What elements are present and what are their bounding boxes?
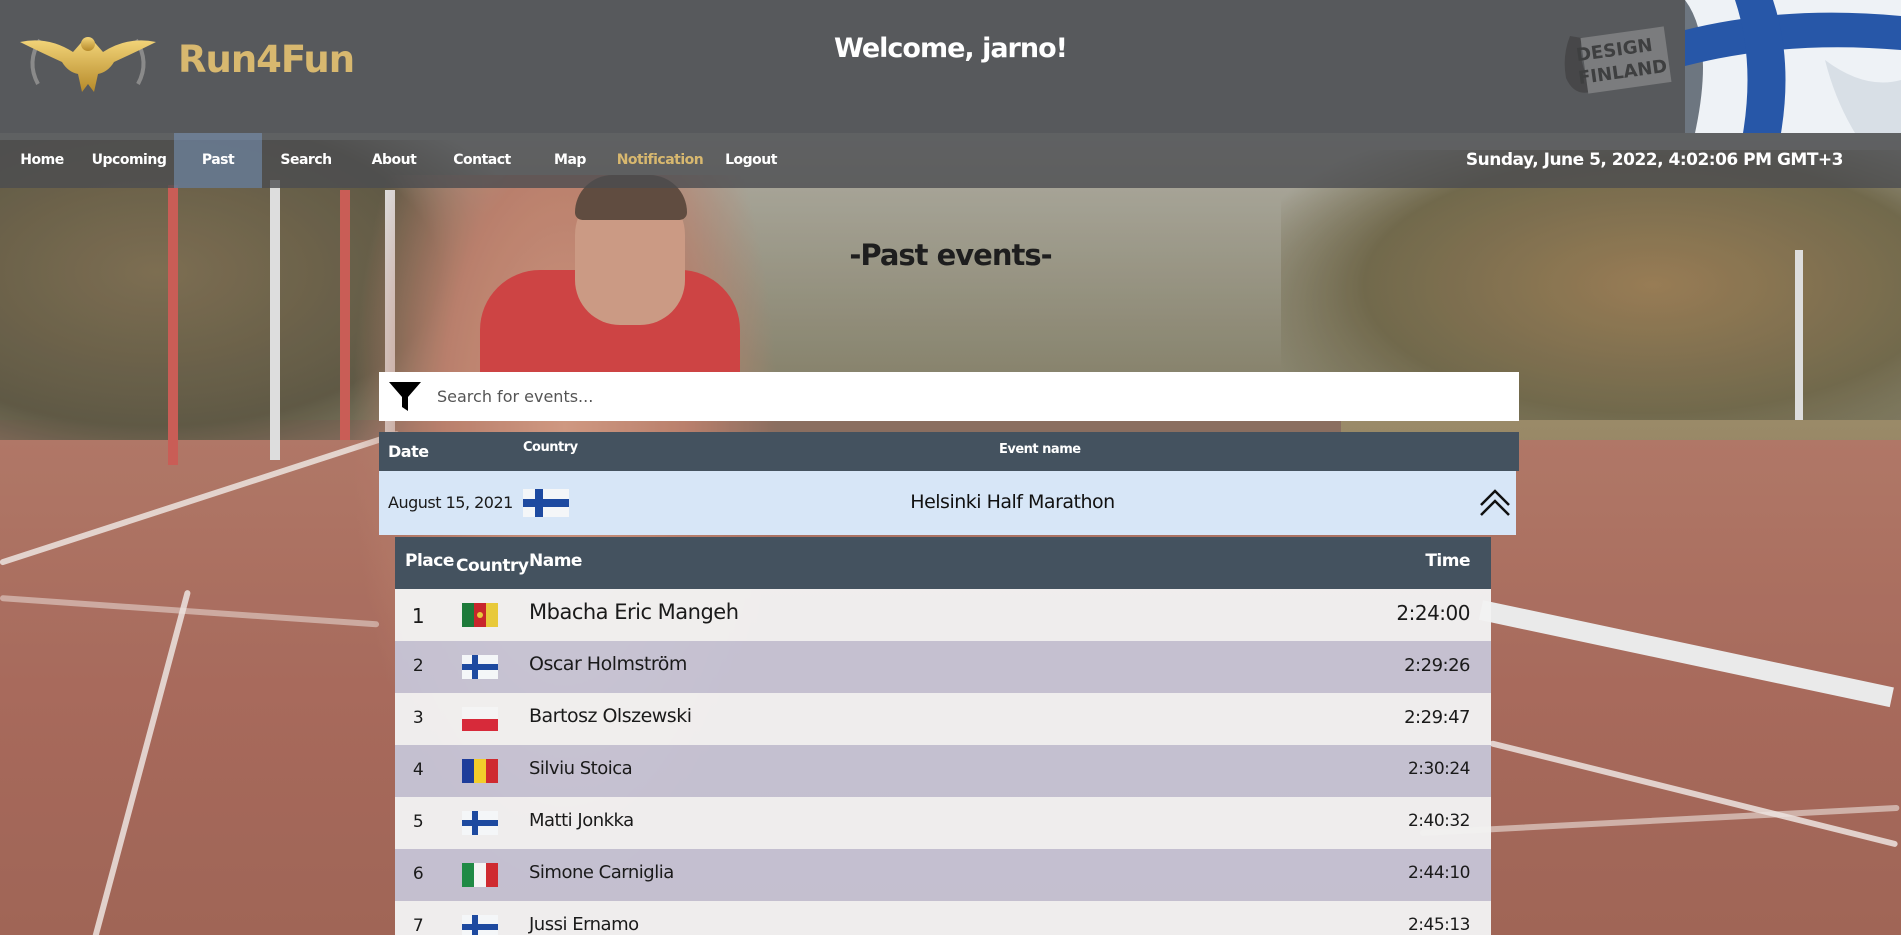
column-date[interactable]: Date [388,442,429,461]
runner-name: Mbacha Eric Mangeh [529,600,739,624]
poland-flag-icon [462,707,498,731]
event-search-bar [379,372,1519,421]
finish-time: 2:29:47 [1404,707,1470,728]
nav-about[interactable]: About [350,133,438,188]
runner-name: Matti Jonkka [529,810,634,831]
runner-name: Simone Carniglia [529,862,674,883]
finish-time: 2:29:26 [1404,655,1470,676]
finish-time: 2:45:13 [1407,915,1471,935]
place-cell: 2 [412,656,424,676]
table-row[interactable]: 6 Simone Carniglia 2:44:10 [395,849,1491,901]
finland-flag-icon [462,811,498,835]
search-input[interactable] [437,372,1507,421]
event-row[interactable]: August 15, 2021 Helsinki Half Marathon [379,471,1516,535]
italy-flag-icon [462,863,498,887]
runner-name: Silviu Stoica [529,758,633,779]
place-cell: 1 [411,604,425,628]
runner-name: Jussi Ernamo [529,914,639,935]
table-row[interactable]: 4 Silviu Stoica 2:30:24 [395,745,1491,797]
table-row[interactable]: 1 Mbacha Eric Mangeh 2:24:00 [395,589,1491,641]
place-cell: 3 [412,708,424,728]
column-country[interactable]: Country [456,556,529,576]
finish-time: 2:24:00 [1396,601,1470,625]
place-cell: 4 [412,760,424,780]
current-datetime: Sunday, June 5, 2022, 4:02:06 PM GMT+3 [1465,150,1844,170]
event-name: Helsinki Half Marathon [910,491,1115,513]
nav-past[interactable]: Past [174,133,262,188]
nav-upcoming[interactable]: Upcoming [84,133,174,188]
column-name[interactable]: Name [529,551,582,571]
design-finland-logo: DESIGN FINLAND [1556,26,1672,102]
nav-map[interactable]: Map [526,133,614,188]
filter-icon[interactable] [387,378,423,414]
chevron-double-up-icon[interactable] [1478,485,1512,519]
place-cell: 6 [412,864,424,884]
table-row[interactable]: 3 Bartosz Olszewski 2:29:47 [395,693,1491,745]
nav-notification[interactable]: Notification [614,133,706,188]
results-header: Place Country Name Time [395,537,1491,589]
finish-time: 2:44:10 [1407,863,1471,883]
table-row[interactable]: 5 Matti Jonkka 2:40:32 [395,797,1491,849]
table-row[interactable]: 7 Jussi Ernamo 2:45:13 [395,901,1491,935]
finland-flag-icon [462,915,498,935]
results-table: Place Country Name Time 1 Mbacha Eric Ma… [395,537,1491,935]
column-place[interactable]: Place [405,551,454,571]
table-row[interactable]: 2 Oscar Holmström 2:29:26 [395,641,1491,693]
finish-time: 2:40:32 [1407,811,1471,831]
romania-flag-icon [462,759,498,783]
column-country[interactable]: Country [523,440,578,455]
nav-search[interactable]: Search [262,133,350,188]
cameroon-flag-icon [462,603,498,627]
nav-logout[interactable]: Logout [706,133,796,188]
runner-name: Oscar Holmström [529,653,687,675]
column-event-name[interactable]: Event name [999,442,1081,457]
finish-time: 2:30:24 [1407,759,1471,779]
runner-name: Bartosz Olszewski [529,705,692,727]
nav-contact[interactable]: Contact [438,133,526,188]
site-header: Run4Fun Welcome, jarno! DESIGN FINLAND [0,0,1901,133]
finland-flag-icon [462,655,498,679]
column-time[interactable]: Time [1425,551,1470,571]
nav-home[interactable]: Home [0,133,84,188]
place-cell: 7 [412,916,424,935]
place-cell: 5 [412,812,424,832]
finland-flag-icon [1685,0,1901,133]
main-nav: Home Upcoming Past Search About Contact … [0,133,1901,188]
page-title: -Past events- [849,238,1052,272]
events-table-header: Date Country Event name [379,432,1519,471]
